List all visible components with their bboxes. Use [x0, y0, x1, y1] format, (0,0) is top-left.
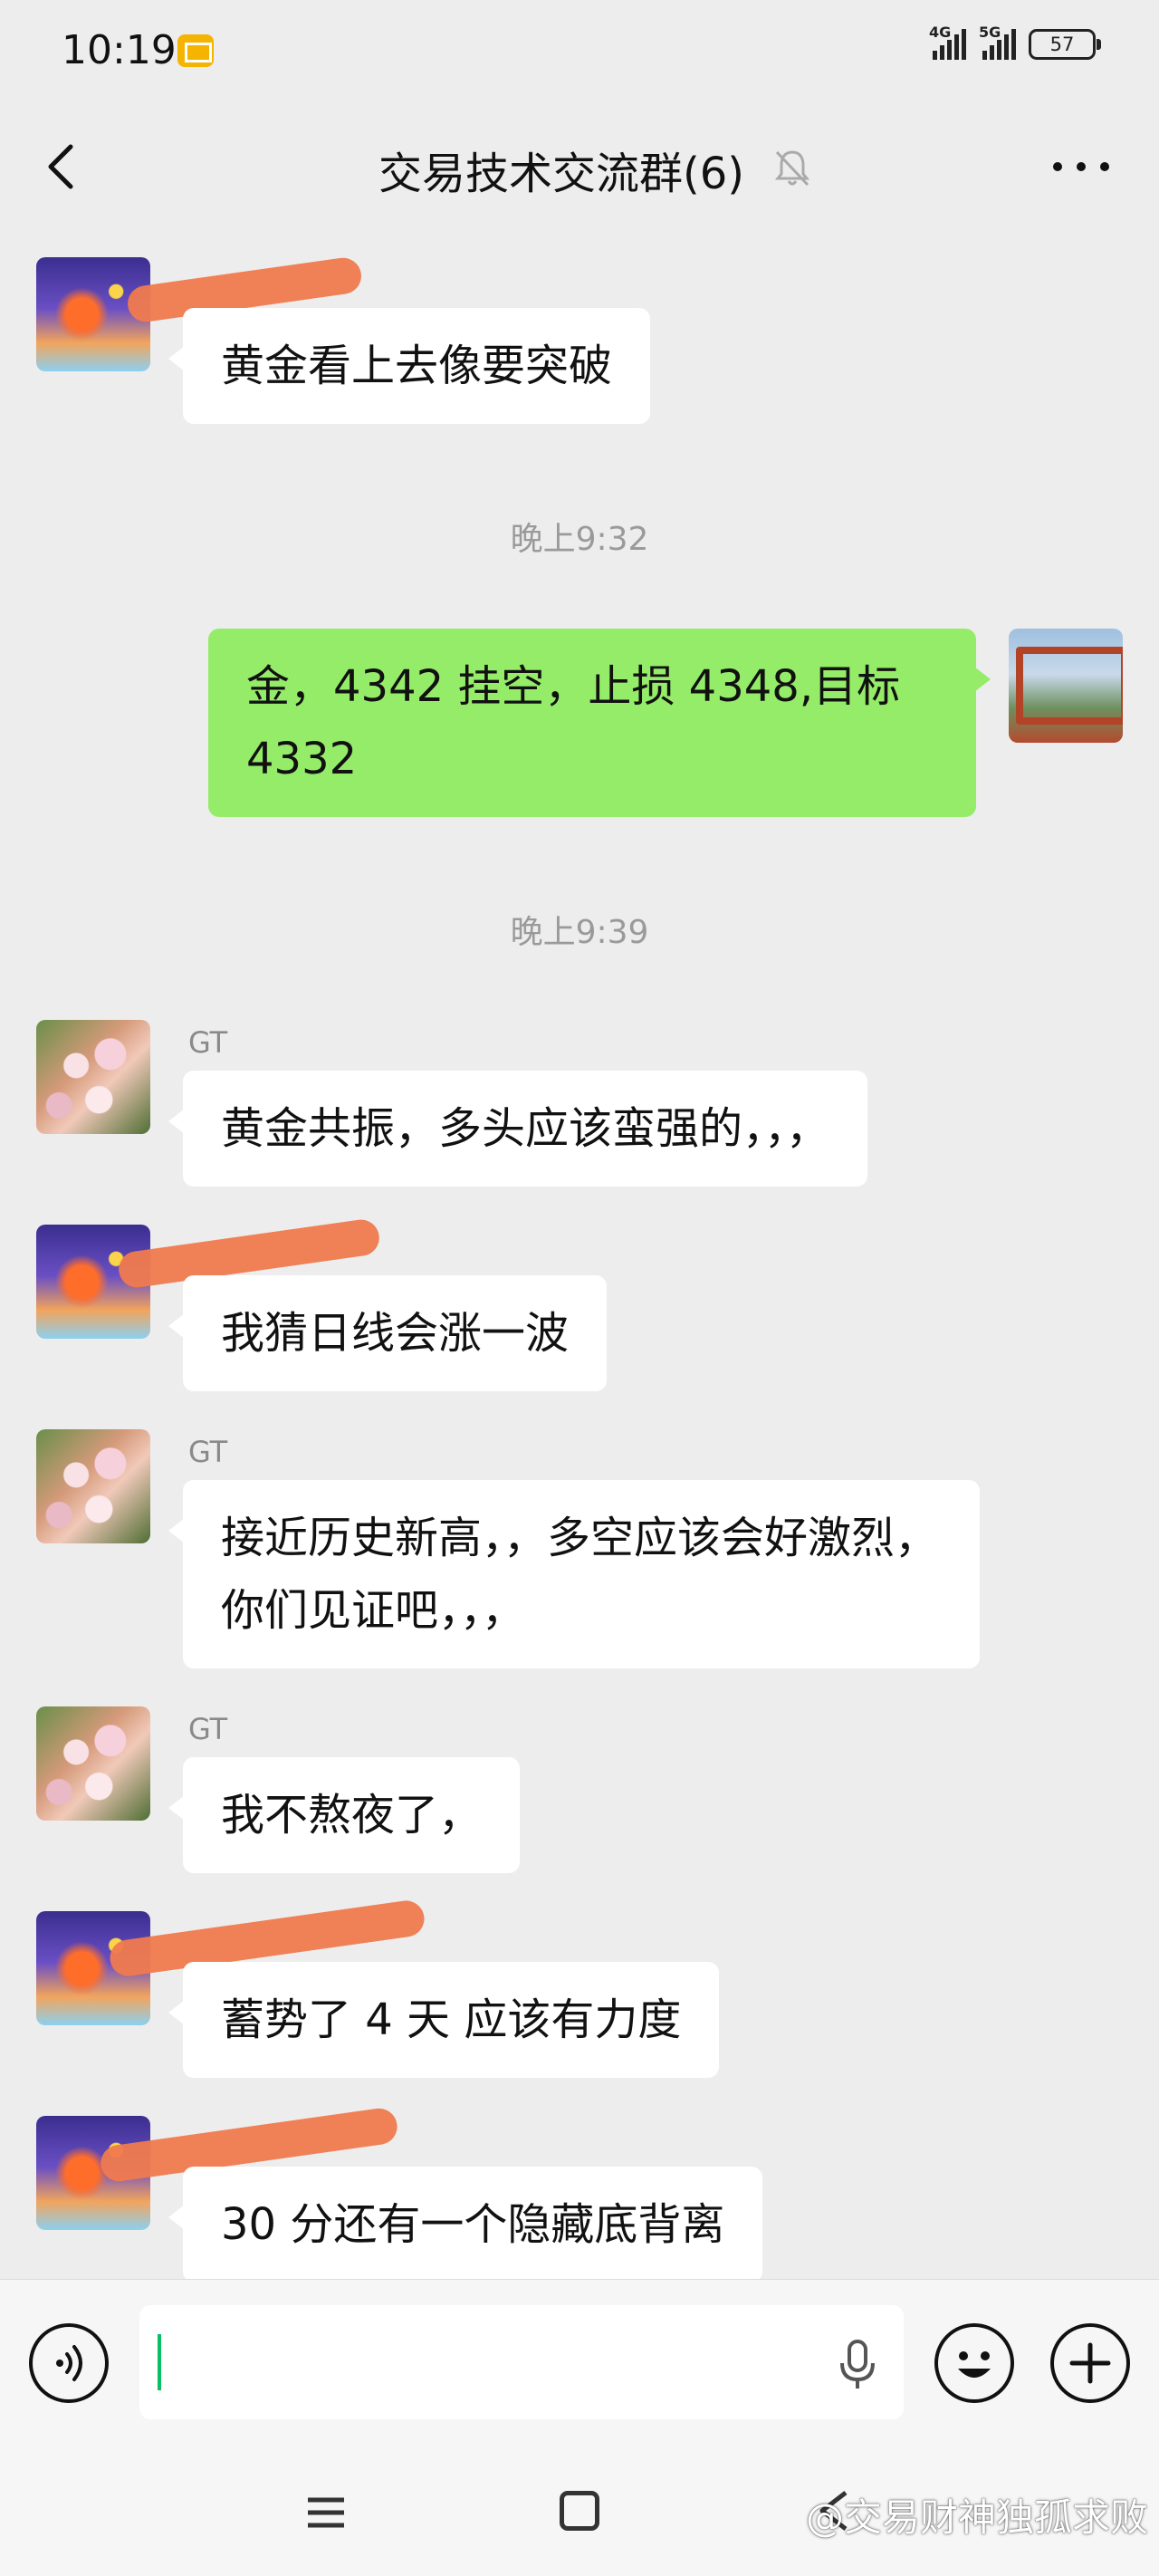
- system-nav-bar: @交易财神独孤求败: [0, 2449, 1159, 2576]
- my-avatar[interactable]: [1009, 629, 1123, 743]
- message-bubble[interactable]: 我不熬夜了，: [168, 1757, 521, 1873]
- emoji-button[interactable]: [934, 2323, 1014, 2403]
- signal-4g-icon: 4G: [929, 24, 966, 60]
- mail-notification-icon: [177, 34, 214, 67]
- input-bar: [0, 2279, 1159, 2449]
- voice-toggle-button[interactable]: [29, 2323, 109, 2403]
- avatar[interactable]: [36, 1429, 150, 1543]
- watermark: @交易财神独孤求败: [805, 2495, 1148, 2540]
- battery-icon: 57: [1029, 29, 1101, 60]
- chat-title: 交易技术交流群(6): [378, 149, 744, 199]
- timestamp: 晚上9:32: [510, 521, 649, 558]
- message-bubble[interactable]: 黄金看上去像要突破: [168, 308, 651, 424]
- status-indicators: 4G 5G 57: [929, 24, 1101, 60]
- message-bubble[interactable]: 蓄势了 4 天 应该有力度: [168, 1962, 720, 2078]
- signal-5g-icon: 5G: [979, 24, 1016, 60]
- voice-wave-icon: [56, 2345, 82, 2381]
- sender-name: GT: [188, 1435, 228, 1469]
- sender-name: GT: [188, 1712, 228, 1746]
- mute-bell-icon: [774, 150, 810, 187]
- message-bubble[interactable]: 黄金共振，多头应该蛮强的，，，: [168, 1071, 868, 1187]
- text-cursor: [158, 2334, 161, 2390]
- status-bar: 10:19 4G 5G 57: [0, 0, 1159, 107]
- more-functions-button[interactable]: [1050, 2323, 1130, 2403]
- recent-apps-icon[interactable]: [306, 2494, 346, 2531]
- avatar[interactable]: [36, 1020, 150, 1134]
- net-type-5g: 5G: [979, 24, 1001, 41]
- message-bubble-mine[interactable]: 金，4342 挂空，止损 4348,目标 4332: [208, 629, 991, 817]
- more-options-icon[interactable]: [1045, 147, 1117, 187]
- plus-icon: [1069, 2342, 1111, 2384]
- message-bubble[interactable]: 30 分还有一个隐藏底背离: [168, 2167, 763, 2283]
- timestamp: 晚上9:39: [510, 914, 649, 951]
- net-type-4g: 4G: [929, 24, 952, 41]
- microphone-icon[interactable]: [837, 2338, 878, 2392]
- status-time: 10:19: [62, 27, 177, 73]
- home-icon[interactable]: [560, 2491, 599, 2531]
- message-bubble[interactable]: 接近历史新高，，多空应该会好激烈，你们见证吧，，，: [168, 1480, 980, 1668]
- avatar[interactable]: [36, 1706, 150, 1821]
- chat-header: 交易技术交流群(6): [0, 107, 1159, 230]
- message-bubble[interactable]: 我猜日线会涨一波: [168, 1275, 608, 1391]
- message-input[interactable]: [139, 2305, 904, 2419]
- smiley-icon: [958, 2351, 991, 2378]
- sender-name: GT: [188, 1025, 228, 1060]
